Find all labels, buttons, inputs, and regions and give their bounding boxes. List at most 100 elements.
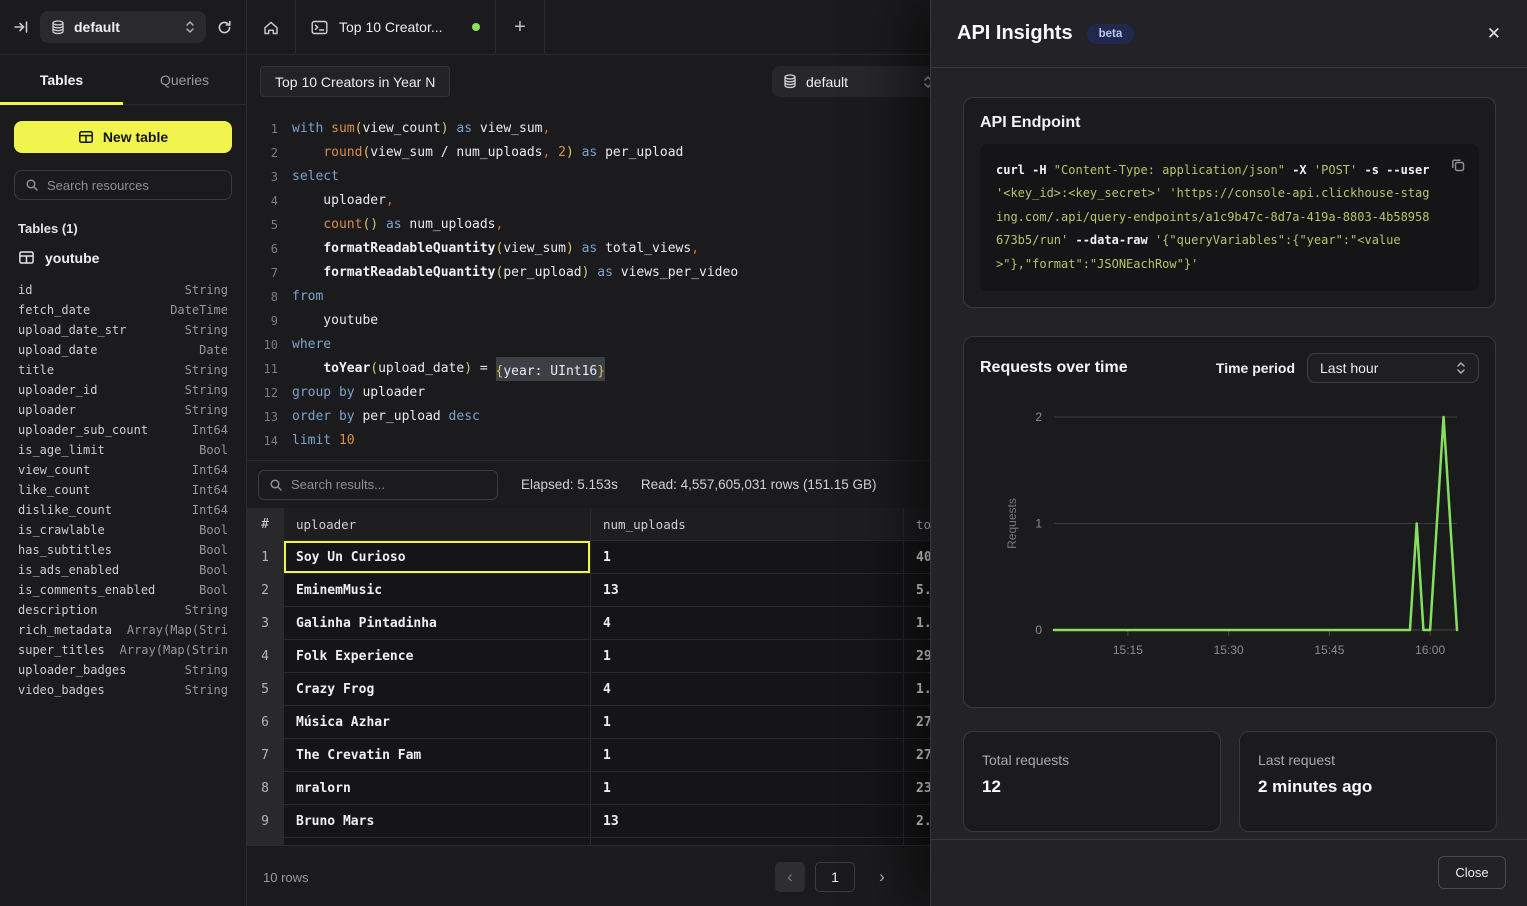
query-title-button[interactable]: Top 10 Creators in Year N	[260, 66, 450, 97]
uploader-cell[interactable]: Música Azhar	[284, 706, 591, 739]
schema-field[interactable]: is_ads_enabledBool	[14, 560, 232, 580]
row-index-cell[interactable]: 5	[247, 673, 284, 706]
schema-field[interactable]: super_titlesArray(Map(Strin	[14, 640, 232, 660]
query-tab[interactable]: Top 10 Creator...	[296, 0, 496, 54]
refresh-icon[interactable]	[216, 19, 233, 36]
code-token: as	[582, 237, 598, 261]
num-uploads-cell[interactable]: 1	[591, 772, 904, 805]
field-type: String	[185, 323, 228, 337]
time-period-select[interactable]: Last hour	[1307, 353, 1479, 383]
schema-field[interactable]: fetch_dateDateTime	[14, 300, 232, 320]
num-uploads-cell[interactable]: 13	[591, 574, 904, 607]
table-icon	[78, 129, 94, 145]
schema-field[interactable]: upload_date_strString	[14, 320, 232, 340]
schema-field[interactable]: has_subtitlesBool	[14, 540, 232, 560]
row-index-cell[interactable]: 2	[247, 574, 284, 607]
num-uploads-cell[interactable]: 4	[591, 673, 904, 706]
uploader-cell[interactable]: Crazy Frog	[284, 673, 591, 706]
sidebar-item-youtube[interactable]: youtube	[18, 249, 232, 266]
tab-tables[interactable]: Tables	[0, 55, 123, 104]
code-token: sum	[331, 117, 354, 141]
row-index-cell[interactable]: 3	[247, 607, 284, 640]
query-database-selector[interactable]: default	[772, 66, 944, 97]
schema-field[interactable]: like_countInt64	[14, 480, 232, 500]
uploader-cell[interactable]: Folk Experience	[284, 640, 591, 673]
num-uploads-cell[interactable]: 1	[591, 640, 904, 673]
pagination-page-button[interactable]: 1	[815, 862, 855, 892]
schema-field[interactable]: is_crawlableBool	[14, 520, 232, 540]
code-token: uploader	[292, 189, 386, 213]
code-token: per_upload	[597, 141, 683, 165]
new-table-button[interactable]: New table	[14, 121, 232, 153]
row-index-cell[interactable]	[247, 838, 284, 845]
schema-field[interactable]: titleString	[14, 360, 232, 380]
schema-field[interactable]: uploader_idString	[14, 380, 232, 400]
num-uploads-cell[interactable]: 4	[591, 607, 904, 640]
code-token: order by	[292, 405, 355, 429]
schema-field[interactable]: descriptionString	[14, 600, 232, 620]
field-type: Bool	[199, 563, 228, 577]
code-token: view_count	[362, 117, 440, 141]
schema-field[interactable]: is_age_limitBool	[14, 440, 232, 460]
chevron-updown-icon	[1456, 361, 1466, 375]
database-selector[interactable]: default	[40, 11, 206, 43]
field-type: Int64	[192, 503, 228, 517]
new-tab-button[interactable]: +	[496, 0, 545, 54]
uploader-cell[interactable]: mralorn	[284, 772, 591, 805]
line-number: 7	[252, 261, 278, 285]
home-button[interactable]	[247, 0, 296, 54]
tables-section-label: Tables (1)	[18, 221, 232, 236]
copy-icon[interactable]	[1450, 157, 1466, 173]
schema-field[interactable]: video_badgesString	[14, 680, 232, 700]
row-index-cell[interactable]: 4	[247, 640, 284, 673]
total-requests-value: 12	[982, 777, 1202, 797]
num-uploads-cell[interactable]	[591, 838, 904, 845]
line-number: 5	[252, 213, 278, 237]
schema-field[interactable]: uploader_sub_countInt64	[14, 420, 232, 440]
num-uploads-cell[interactable]: 1	[591, 541, 904, 574]
schema-field[interactable]: uploaderString	[14, 400, 232, 420]
resource-search[interactable]	[14, 170, 232, 200]
field-name: uploader	[18, 403, 76, 417]
close-icon[interactable]: ✕	[1487, 24, 1501, 44]
pagination-prev-button[interactable]: ‹	[775, 862, 805, 892]
uploader-cell[interactable]: EminemMusic	[284, 574, 591, 607]
column-header-index[interactable]: #	[247, 508, 284, 541]
column-header-uploader[interactable]: uploader	[284, 508, 591, 541]
row-index-cell[interactable]: 6	[247, 706, 284, 739]
schema-field[interactable]: idString	[14, 280, 232, 300]
uploader-cell[interactable]: Bruno Mars	[284, 805, 591, 838]
schema-field[interactable]: is_comments_enabledBool	[14, 580, 232, 600]
schema-field[interactable]: view_countInt64	[14, 460, 232, 480]
schema-field[interactable]: dislike_countInt64	[14, 500, 232, 520]
num-uploads-cell[interactable]: 1	[591, 739, 904, 772]
uploader-cell[interactable]: Soy Un Curioso	[284, 541, 591, 574]
code-token: limit	[292, 429, 331, 453]
row-index-cell[interactable]: 9	[247, 805, 284, 838]
results-search[interactable]	[258, 470, 498, 500]
num-uploads-cell[interactable]: 13	[591, 805, 904, 838]
field-type: String	[185, 683, 228, 697]
schema-field[interactable]: rich_metadataArray(Map(Stri	[14, 620, 232, 640]
close-button[interactable]: Close	[1438, 856, 1506, 889]
results-search-input[interactable]	[291, 477, 487, 492]
code-token: upload_date	[378, 357, 464, 381]
pagination-next-button[interactable]: ›	[872, 862, 892, 892]
uploader-cell[interactable]: Galinha Pintadinha	[284, 607, 591, 640]
row-index-cell[interactable]: 1	[247, 541, 284, 574]
num-uploads-cell[interactable]: 1	[591, 706, 904, 739]
schema-field[interactable]: uploader_badgesString	[14, 660, 232, 680]
schema-field[interactable]: upload_dateDate	[14, 340, 232, 360]
resource-search-input[interactable]	[47, 178, 223, 193]
uploader-cell[interactable]	[284, 838, 591, 845]
row-index-cell[interactable]: 8	[247, 772, 284, 805]
row-index-cell[interactable]: 7	[247, 739, 284, 772]
new-table-label: New table	[103, 129, 168, 145]
code-token: ,	[386, 189, 394, 213]
tab-queries[interactable]: Queries	[123, 55, 246, 104]
clickhouse-console: default Tables Queries New table Tables …	[0, 0, 1527, 906]
code-token: where	[292, 333, 331, 357]
collapse-sidebar-icon[interactable]	[13, 19, 30, 35]
uploader-cell[interactable]: The Crevatin Fam	[284, 739, 591, 772]
column-header-num-uploads[interactable]: num_uploads	[591, 508, 904, 541]
